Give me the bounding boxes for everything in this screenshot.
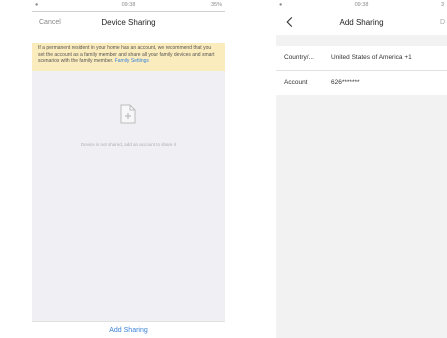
battery-level: 3 bbox=[440, 2, 444, 8]
empty-state-text: Device is not shared, add an account to … bbox=[80, 142, 177, 147]
nav-bar: Cancel Device Sharing bbox=[32, 12, 225, 34]
device-sharing-screen: ● 09:38 35% Cancel Device Sharing If a p… bbox=[32, 0, 225, 338]
add-sharing-screen: ● 09:38 3 Add Sharing D Country/... Unit… bbox=[276, 0, 447, 338]
add-sharing-button[interactable]: Add Sharing bbox=[32, 321, 225, 338]
status-bar: ● 09:38 35% bbox=[32, 0, 225, 12]
account-row[interactable]: Account 626******* bbox=[276, 71, 447, 95]
status-bar: ● 09:38 3 bbox=[276, 0, 447, 11]
account-label: Account bbox=[284, 79, 308, 86]
nav-bar: Add Sharing D bbox=[276, 11, 447, 35]
country-label: Country/... bbox=[284, 54, 314, 61]
page-title: Add Sharing bbox=[339, 18, 384, 27]
done-button[interactable]: D bbox=[440, 11, 445, 35]
battery-level: 35% bbox=[210, 2, 222, 8]
document-add-icon bbox=[120, 104, 136, 124]
share-form: Country/... United States of America +1 … bbox=[276, 46, 447, 95]
page-title: Device Sharing bbox=[101, 18, 156, 27]
status-time: 09:38 bbox=[354, 2, 369, 8]
country-value[interactable]: United States of America +1 bbox=[331, 46, 412, 70]
family-settings-link[interactable]: Family Settings bbox=[115, 58, 149, 64]
country-row[interactable]: Country/... United States of America +1 bbox=[276, 46, 447, 71]
account-field[interactable]: 626******* bbox=[331, 71, 360, 95]
family-notice-banner: If a permanent resident in your home has… bbox=[32, 43, 225, 71]
status-time: 09:38 bbox=[121, 2, 136, 8]
